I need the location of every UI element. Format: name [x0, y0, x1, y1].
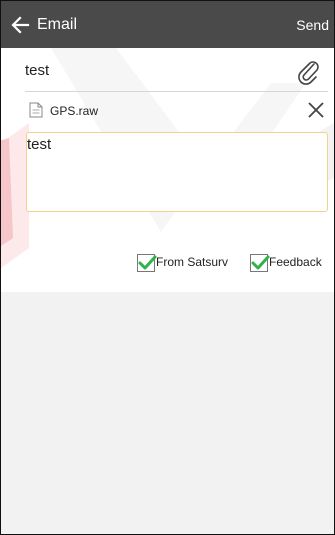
- subject-field[interactable]: test: [25, 62, 49, 79]
- email-form: test GPS.raw test From Satsurv Feedback: [1, 48, 334, 292]
- email-screen: Email Send test GPS.raw test From Satsur…: [0, 0, 335, 535]
- divider: [25, 91, 328, 92]
- message-body-field[interactable]: test: [26, 132, 328, 212]
- app-bar: Email Send: [1, 1, 334, 48]
- from-satsurv-checkbox[interactable]: [137, 254, 157, 272]
- document-icon: [29, 102, 43, 118]
- page-title: Email: [37, 16, 78, 33]
- checkmark-icon: [251, 255, 270, 270]
- feedback-checkbox[interactable]: [250, 254, 270, 272]
- paperclip-icon: [298, 61, 319, 85]
- attachment-filename: GPS.raw: [50, 104, 99, 118]
- send-button[interactable]: Send: [296, 17, 329, 33]
- remove-attachment-button[interactable]: [306, 100, 326, 120]
- checkmark-icon: [138, 255, 157, 270]
- attach-button[interactable]: [295, 58, 323, 86]
- arrow-left-icon: [11, 16, 30, 34]
- from-satsurv-label: From Satsurv: [156, 255, 229, 269]
- close-icon: [308, 102, 324, 118]
- back-button[interactable]: [7, 12, 33, 38]
- message-body-text: test: [27, 136, 52, 153]
- feedback-label: Feedback: [269, 255, 322, 269]
